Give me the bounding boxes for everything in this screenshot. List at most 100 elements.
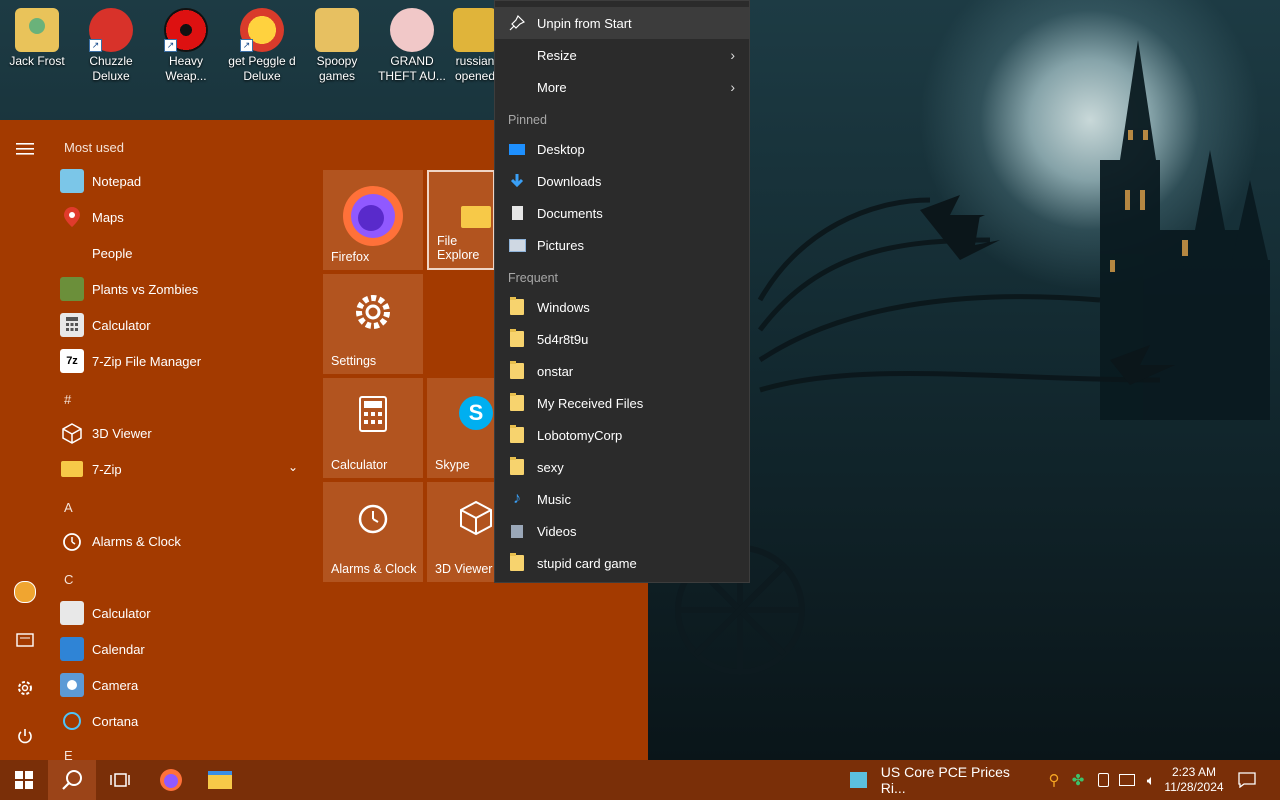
search-button[interactable] <box>48 760 96 800</box>
tile-file-explorer[interactable]: File Explore <box>427 170 495 270</box>
tray-device-icon[interactable] <box>1092 760 1114 800</box>
frequent-item[interactable]: My Received Files <box>495 387 749 419</box>
pinned-downloads[interactable]: Downloads <box>495 165 749 197</box>
app-calculator-2[interactable]: Calculator <box>60 596 310 630</box>
pinned-desktop[interactable]: Desktop <box>495 133 749 165</box>
calculator-icon <box>323 396 423 432</box>
app-label: 3D Viewer <box>92 425 152 441</box>
clock-date: 11/28/2024 <box>1164 780 1224 794</box>
section-e[interactable]: E <box>64 748 73 760</box>
network-icon[interactable] <box>1116 760 1138 800</box>
frequent-item[interactable]: Windows <box>495 291 749 323</box>
firefox-icon <box>160 769 182 791</box>
expand-menu-button[interactable] <box>10 134 40 164</box>
tile-settings[interactable]: Settings <box>323 274 423 374</box>
map-pin-icon <box>60 205 84 229</box>
desktop-icon-peggle[interactable]: ↗ get Peggle d Deluxe <box>227 6 297 84</box>
document-icon <box>507 206 527 220</box>
cube-icon <box>427 500 495 536</box>
search-icon <box>62 770 82 790</box>
frequent-item[interactable]: LobotomyCorp <box>495 419 749 451</box>
desktop-icon-label: Weap... <box>165 69 207 83</box>
news-text: US Core PCE Prices Ri... <box>880 764 1010 796</box>
tile-calculator[interactable]: Calculator <box>323 378 423 478</box>
app-cortana[interactable]: Cortana <box>60 704 310 738</box>
tile-skype[interactable]: S Skype <box>427 378 495 478</box>
desktop-icon <box>507 143 527 155</box>
cube-icon <box>60 421 84 445</box>
power-button[interactable] <box>10 721 40 751</box>
menu-item-label: Music <box>537 491 571 507</box>
menu-item-label: Windows <box>537 299 590 315</box>
device-icon <box>1097 773 1109 787</box>
frequent-item[interactable]: sexy <box>495 451 749 483</box>
action-center-button[interactable] <box>1232 760 1262 800</box>
start-button[interactable] <box>0 760 48 800</box>
volume-icon[interactable]: 🔈︎ <box>1140 760 1162 800</box>
pinned-pictures[interactable]: Pictures <box>495 229 749 261</box>
app-maps[interactable]: Maps <box>60 200 310 234</box>
app-label: Calculator <box>92 317 151 333</box>
tile-label: File Explore <box>437 234 480 262</box>
skype-icon: S <box>427 396 495 430</box>
unpin-from-start-item[interactable]: Unpin from Start <box>495 7 749 39</box>
news-icon <box>850 772 867 788</box>
taskbar-file-explorer[interactable] <box>196 760 244 800</box>
frequent-item[interactable]: 5d4r8t9u <box>495 323 749 355</box>
section-c[interactable]: C <box>64 572 73 587</box>
app-notepad[interactable]: Notepad <box>60 164 310 198</box>
desktop-icon-spoopy-games[interactable]: Spoopy games <box>302 6 372 84</box>
taskbar-firefox[interactable] <box>148 760 194 800</box>
menu-item-label: Unpin from Start <box>537 15 632 31</box>
settings-button[interactable] <box>10 673 40 703</box>
app-alarms-clock[interactable]: Alarms & Clock <box>60 524 310 558</box>
clock[interactable]: 2:23 AM 11/28/2024 <box>1162 760 1226 800</box>
tile-alarms-clock[interactable]: Alarms & Clock <box>323 482 423 582</box>
app-calendar[interactable]: Calendar <box>60 632 310 666</box>
task-view-button[interactable] <box>96 760 144 800</box>
app-7zip-folder[interactable]: 7-Zip ⌄ <box>60 452 310 486</box>
frequent-item[interactable]: ♪ Music <box>495 483 749 515</box>
documents-button[interactable] <box>10 625 40 655</box>
app-3d-viewer[interactable]: 3D Viewer <box>60 416 310 450</box>
alarm-clock-icon <box>60 529 84 553</box>
app-plants-vs-zombies[interactable]: Plants vs Zombies <box>60 272 310 306</box>
frequent-item[interactable]: stupid card game <box>495 547 749 579</box>
app-7zip-file-manager[interactable]: 7z 7-Zip File Manager <box>60 344 310 378</box>
plant-icon <box>60 277 84 301</box>
app-people[interactable]: People <box>60 236 310 270</box>
app-calculator[interactable]: Calculator <box>60 308 310 342</box>
app-label: Plants vs Zombies <box>92 281 199 297</box>
desktop-icon-label: Spoopy <box>316 54 358 68</box>
menu-item-label: stupid card game <box>537 555 637 571</box>
desktop-icon-heavy-weapon[interactable]: ↗ Heavy Weap... <box>151 6 221 84</box>
desktop-icon-chuzzle[interactable]: ↗ Chuzzle Deluxe <box>76 6 146 84</box>
user-account-button[interactable] <box>10 577 40 607</box>
tray-search-icon[interactable]: ⚲ <box>1042 760 1066 800</box>
desktop-icon-gta[interactable]: GRAND THEFT AU... <box>377 6 447 84</box>
tile-firefox[interactable]: Firefox <box>323 170 423 270</box>
video-icon <box>507 524 527 538</box>
frequent-item[interactable]: Videos <box>495 515 749 547</box>
frequent-item[interactable]: onstar <box>495 355 749 387</box>
menu-item-label: Pictures <box>537 237 584 253</box>
section-a[interactable]: A <box>64 500 73 515</box>
jump-list-context-menu: Unpin from Start Resize › More › Pinned … <box>494 0 750 583</box>
tile-label: Firefox <box>331 250 370 264</box>
news-widget[interactable]: US Core PCE Prices Ri... <box>848 760 1028 800</box>
section-hash[interactable]: # <box>64 392 71 407</box>
tile-3d-viewer[interactable]: 3D Viewer <box>427 482 495 582</box>
resize-item[interactable]: Resize › <box>495 39 749 71</box>
folder-icon <box>507 553 527 571</box>
app-label: 7-Zip File Manager <box>92 353 202 369</box>
power-icon <box>18 729 32 744</box>
pinned-documents[interactable]: Documents <box>495 197 749 229</box>
section-most-used: Most used <box>64 140 124 155</box>
desktop-icon-label: Jack Frost <box>9 54 65 68</box>
tray-clover-icon[interactable]: ✤ <box>1066 760 1090 800</box>
app-label: Calculator <box>92 605 151 621</box>
chevron-down-icon[interactable]: ⌄ <box>288 460 298 474</box>
desktop-icon-jack-frost[interactable]: Jack Frost <box>2 6 72 69</box>
more-item[interactable]: More › <box>495 71 749 103</box>
app-camera[interactable]: Camera <box>60 668 310 702</box>
